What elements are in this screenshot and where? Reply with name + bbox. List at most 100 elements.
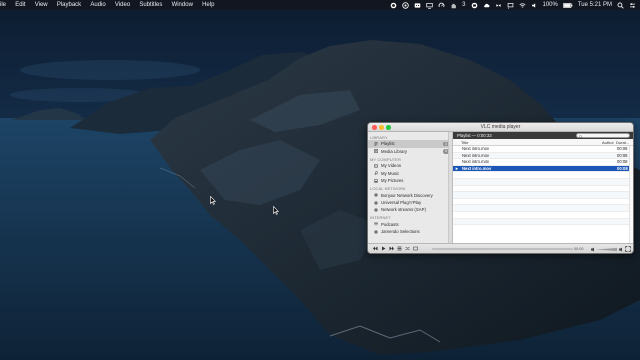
sidebar-section-local-network: LOCAL NETWORK [370,185,406,191]
sidebar-item-my-pictures[interactable]: My Pictures [368,177,452,184]
battery-icon[interactable] [562,2,573,9]
next-button[interactable] [387,245,395,253]
table-row[interactable]: Next intro.mov 00:08 [453,146,633,153]
screen-recorder-icon[interactable] [471,2,478,9]
menu-file[interactable]: ile [0,0,11,10]
gauge-icon[interactable] [438,2,445,9]
seek-bar[interactable] [432,248,573,250]
table-row[interactable]: Next intro.m4v 00:08 [453,159,633,166]
playlist-toggle-button[interactable] [395,245,403,253]
vlc-window: VLC media player LIBRARY Playlist 4 Medi… [367,122,634,254]
sidebar-item-my-videos[interactable]: My Videos [368,162,452,169]
volume-icon[interactable] [531,2,538,9]
table-row-selected[interactable]: Next intro.mov 00:08 [453,165,633,173]
fullscreen-icon[interactable] [625,246,631,252]
lastpass-icon[interactable] [414,2,421,9]
sidebar-item-bonjour[interactable]: Bonjour Network Discovery [368,192,452,199]
sidebar: LIBRARY Playlist 4 Media Library 0 MY CO… [368,132,453,243]
play-button[interactable] [379,245,387,253]
window-titlebar[interactable]: VLC media player [368,123,633,132]
sidebar-item-label: Media Library [381,148,408,154]
sidebar-item-playlist[interactable]: Playlist 4 [368,140,452,148]
bear-icon[interactable] [402,1,409,9]
cloud-icon[interactable] [483,2,490,9]
menu-window[interactable]: Window [167,0,198,10]
wifi-icon[interactable] [518,2,526,9]
sidebar-item-media-library[interactable]: Media Library 0 [368,148,452,155]
sidebar-item-jamendo[interactable]: Jamendo Selections [368,228,452,235]
table-row[interactable]: Next intro.mov 00:08 [453,152,633,160]
display-icon[interactable] [426,2,433,9]
column-author[interactable]: Author [602,140,616,145]
minimize-button[interactable] [379,125,384,130]
menu-bar: ile Edit View Playback Audio Video Subti… [0,0,640,10]
shuffle-button[interactable] [403,245,411,253]
next-icon [389,246,394,251]
empty-row [453,172,633,179]
cast-icon[interactable] [507,2,514,9]
column-duration[interactable]: Durat... [616,140,633,145]
playlist-column-headers: Title Author Durat... [453,139,633,146]
empty-row [453,186,633,193]
network-icon [374,230,378,234]
control-center-icon[interactable] [629,2,636,9]
volume-slider[interactable] [590,247,624,252]
menu-view[interactable]: View [30,0,52,10]
playlist-rows: Next intro.mov 00:08 Next intro.mov 00:0… [453,146,633,243]
equalizer-icon [412,246,418,251]
play-icon [381,246,385,251]
podcast-icon [374,222,378,227]
playlist-scrollbar[interactable] [629,146,633,243]
row-title: Next intro.mov [462,146,489,152]
notification-count: 3 [462,2,466,8]
dropbox-icon[interactable] [495,2,502,9]
close-button[interactable] [372,125,377,130]
sidebar-item-my-music[interactable]: My Music [368,170,452,177]
sidebar-item-label: My Music [381,170,400,176]
search-icon [578,134,582,138]
sidebar-item-sap[interactable]: Network streams (SAP) [368,206,452,213]
sidebar-item-upnp[interactable]: Universal Plug'n'Play [368,199,452,206]
menubar-clock[interactable]: Tue 5:21 PM [578,0,612,10]
sidebar-scrollbar[interactable] [448,132,452,243]
zoom-button[interactable] [386,125,391,130]
network-icon [374,200,378,205]
empty-row [453,178,633,186]
search-icon[interactable] [617,2,624,9]
menu-audio[interactable]: Audio [86,0,111,10]
empty-row [453,199,633,206]
sidebar-item-podcasts[interactable]: Podcasts [368,221,452,228]
picture-icon [374,178,378,183]
sidebar-section-internet: INTERNET [370,215,391,221]
record-icon[interactable] [390,2,397,9]
window-body: LIBRARY Playlist 4 Media Library 0 MY CO… [368,132,633,243]
sidebar-item-label: Playlist [381,141,395,147]
status-area: 3 100% Tue 5:21 PM [390,0,640,10]
column-title[interactable]: Title [453,140,602,145]
menu-subtitles[interactable]: Subtitles [135,0,167,10]
fx-button[interactable] [411,245,419,253]
menu-playback[interactable]: Playback [52,0,86,10]
row-title: Next intro.mov [462,152,489,158]
menu-help[interactable]: Help [198,0,220,10]
empty-row [453,192,633,199]
network-icon [374,193,378,197]
row-title: Next intro.mov [462,166,492,172]
hand-icon[interactable] [450,2,457,9]
previous-icon [372,246,377,251]
battery-percent: 100% [542,2,558,8]
playlist-pane: Playlist — 0:00:33 Title Author Durat...… [453,132,633,243]
window-controls [372,125,391,130]
sidebar-item-label: Network streams (SAP) [381,207,426,213]
sidebar-section-library: LIBRARY [370,134,388,140]
menu-video[interactable]: Video [110,0,134,10]
menu-edit[interactable]: Edit [11,0,31,10]
previous-button[interactable] [371,245,379,253]
sidebar-item-label: Bonjour Network Discovery [381,192,433,198]
playlist-header: Playlist — 0:00:33 [453,132,633,139]
playlist-search-input[interactable] [576,133,630,138]
sidebar-item-label: My Videos [381,163,401,169]
now-playing-icon [453,167,461,171]
volume-high-icon [619,247,622,251]
app-menus: ile Edit View Playback Audio Video Subti… [0,0,219,10]
